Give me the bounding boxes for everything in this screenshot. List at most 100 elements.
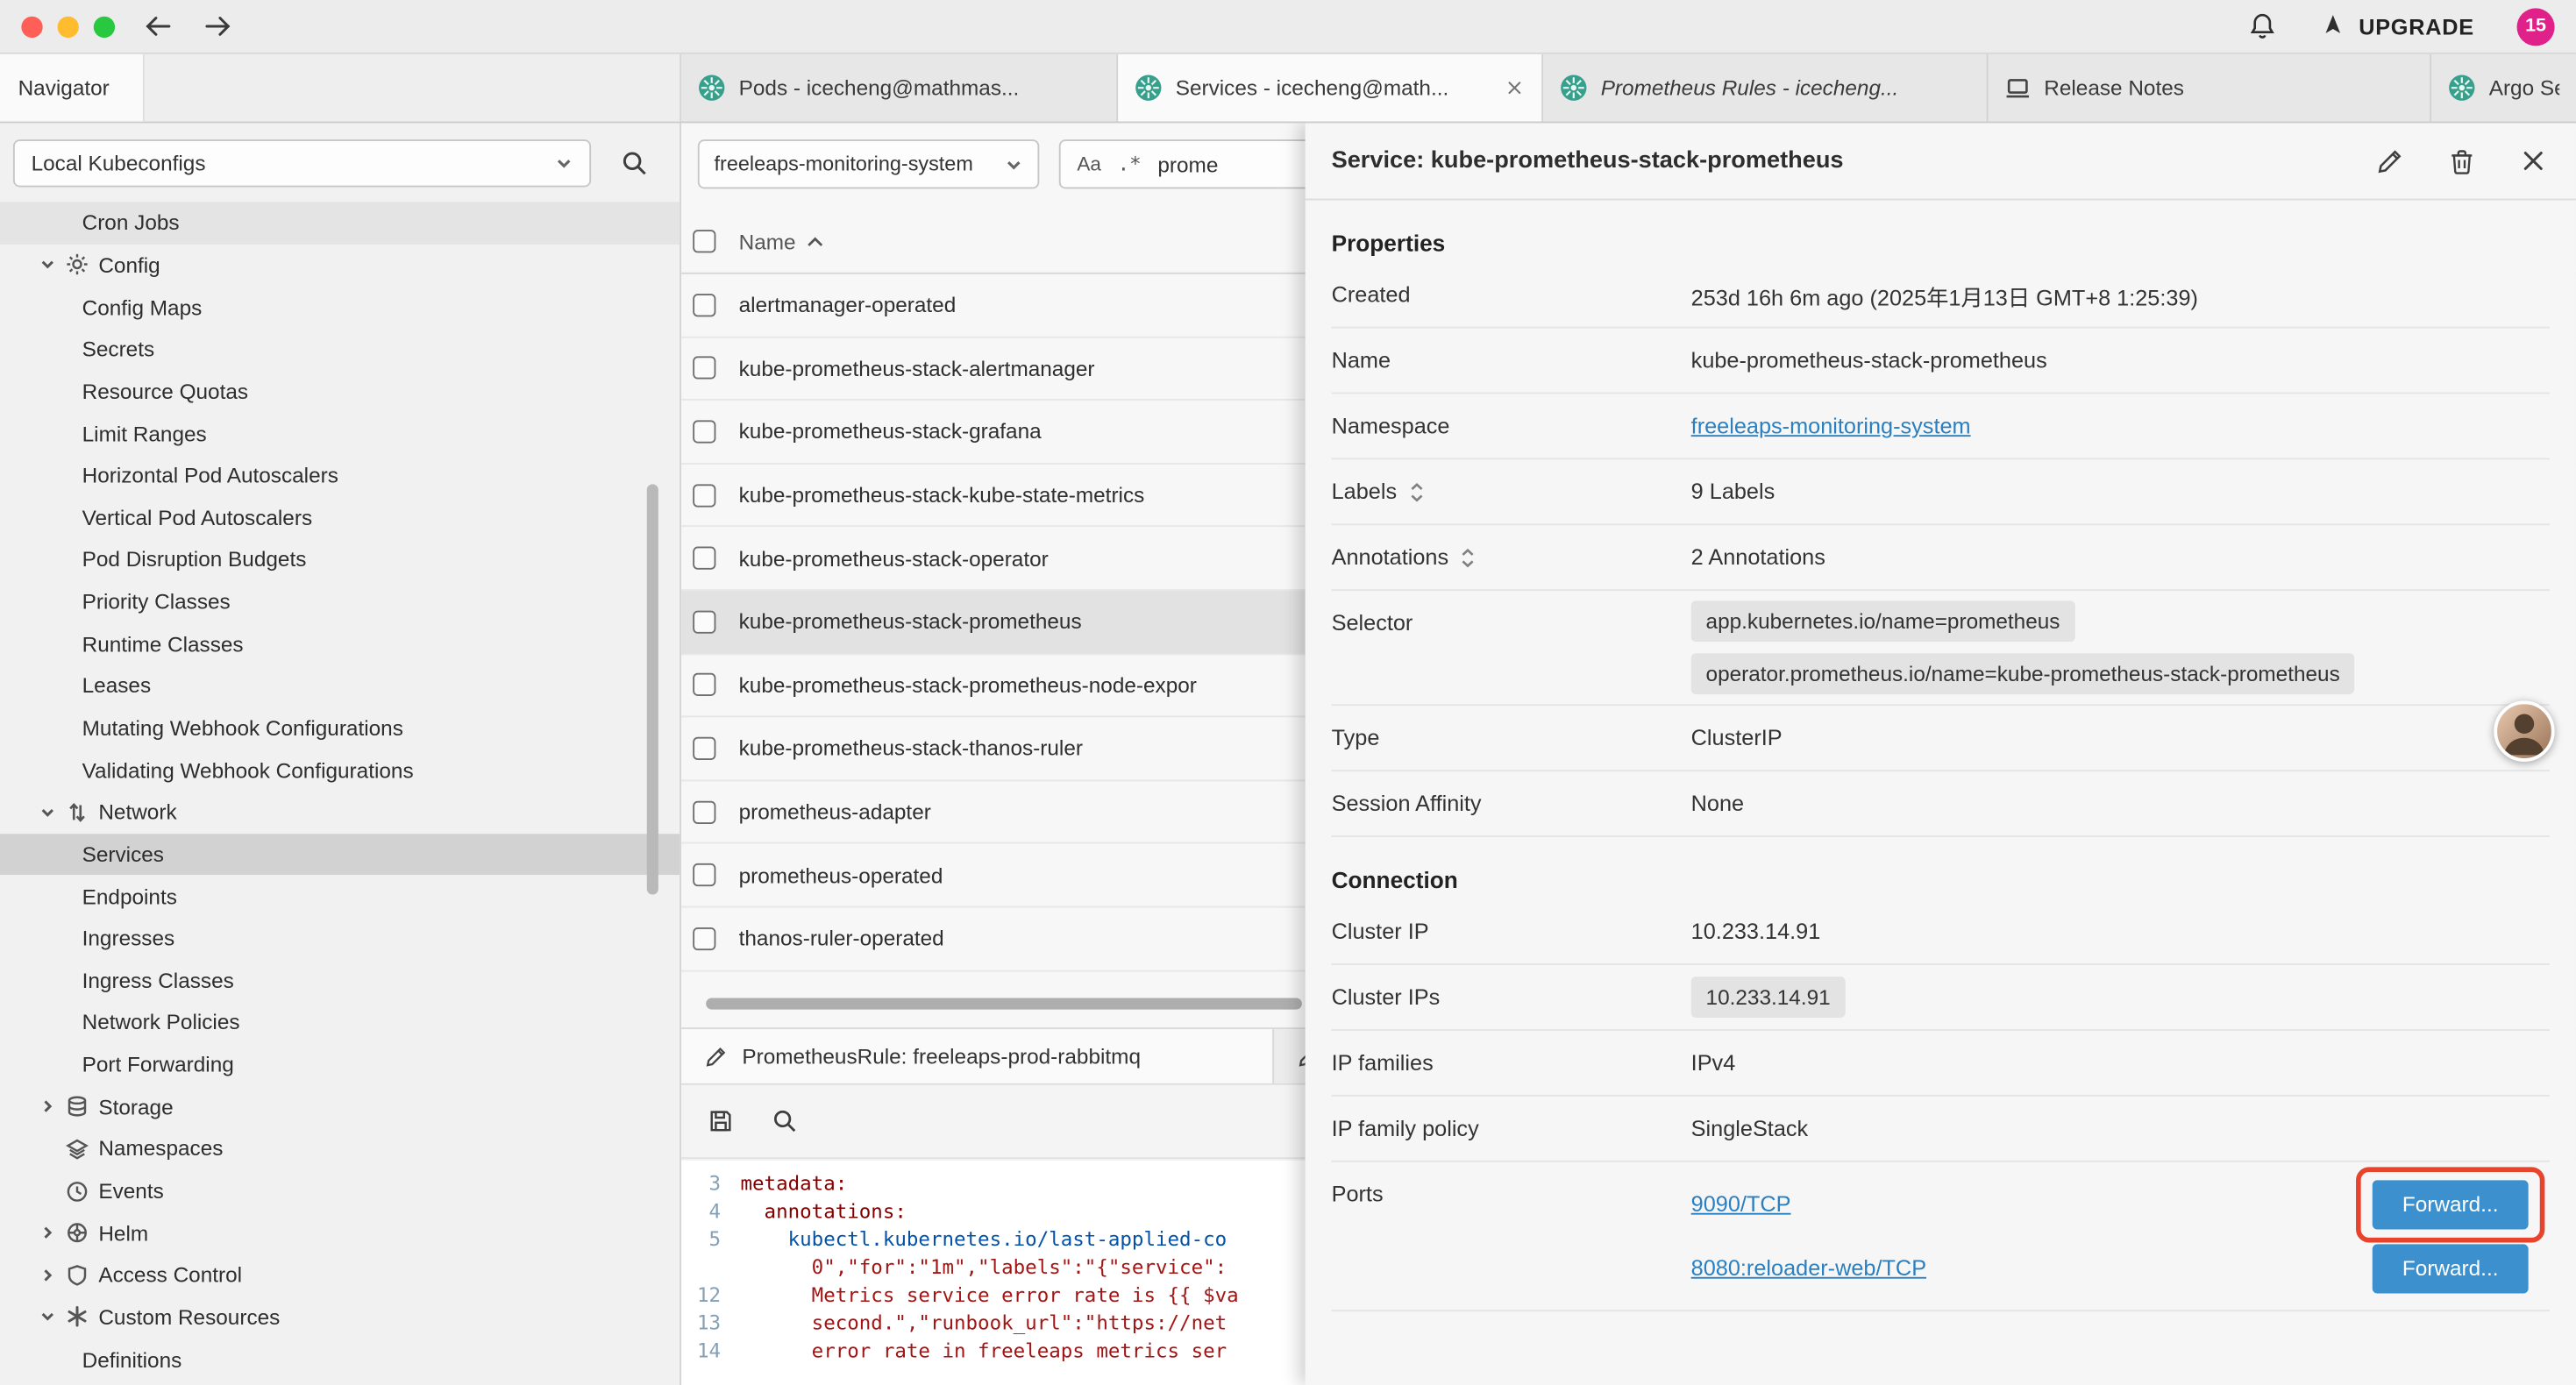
sidebar-item-access-control[interactable]: Access Control [0, 1254, 680, 1296]
port-link-8080-reloader-web-tcp[interactable]: 8080:reloader-web/TCP [1691, 1255, 1926, 1280]
sidebar-item-network-policies[interactable]: Network Policies [0, 1002, 680, 1044]
row-checkbox[interactable] [693, 484, 715, 507]
sidebar-scrollbar[interactable] [647, 484, 658, 894]
close-icon[interactable] [2520, 148, 2546, 174]
sidebar-item-secrets[interactable]: Secrets [0, 328, 680, 370]
sort-toggle-icon[interactable] [1408, 482, 1425, 501]
namespace-link[interactable]: freeleaps-monitoring-system [1691, 414, 1971, 438]
sidebar-item-definitions[interactable]: Definitions [0, 1339, 680, 1381]
navigator-tab[interactable]: Navigator [0, 54, 145, 122]
chevron-right-icon[interactable] [39, 1267, 66, 1283]
tab-close-icon[interactable] [1506, 79, 1523, 96]
port-line: 8080:reloader-web/TCP Forward... [1691, 1236, 2550, 1300]
sidebar-item-services[interactable]: Services [0, 833, 680, 875]
tab-release-notes[interactable]: Release Notes [1989, 54, 2432, 122]
editor-search-icon[interactable] [772, 1108, 798, 1134]
chevron-down-icon[interactable] [39, 804, 66, 820]
notification-count-badge[interactable]: 15 [2517, 7, 2555, 45]
tab-services-icecheng-math[interactable]: Services - icecheng@math... [1118, 54, 1543, 122]
match-case-toggle[interactable]: Aa [1077, 153, 1101, 175]
forward-button[interactable]: Forward... [2373, 1179, 2529, 1228]
property-value: freeleaps-monitoring-system [1691, 414, 2550, 438]
notifications-bell-icon[interactable] [2247, 11, 2277, 41]
select-all-checkbox[interactable] [693, 230, 715, 252]
line-number: 5 [681, 1226, 740, 1254]
chevron-right-icon[interactable] [39, 1225, 66, 1241]
kubernetes-cluster-icon [1560, 74, 1588, 102]
row-checkbox[interactable] [693, 357, 715, 380]
close-window-button[interactable] [21, 16, 42, 37]
forward-icon[interactable] [202, 15, 233, 38]
sidebar-item-port-forwarding[interactable]: Port Forwarding [0, 1044, 680, 1086]
chevron-down-icon[interactable] [39, 257, 66, 273]
chevron-down-icon[interactable] [39, 1309, 66, 1325]
row-checkbox[interactable] [693, 610, 715, 633]
tab-prometheus-rules-icecheng[interactable]: Prometheus Rules - icecheng... [1543, 54, 1988, 122]
chevron-right-icon[interactable] [39, 1098, 66, 1115]
user-avatar[interactable] [2494, 701, 2554, 762]
row-checkbox[interactable] [693, 420, 715, 443]
row-checkbox[interactable] [693, 863, 715, 886]
horizontal-scrollbar[interactable] [706, 998, 1302, 1009]
kubeconfig-selector[interactable]: Local Kubeconfigs [13, 139, 591, 187]
layers-icon [66, 1137, 89, 1160]
sidebar-item-validating-webhook-configurations[interactable]: Validating Webhook Configurations [0, 749, 680, 791]
sidebar-item-network[interactable]: Network [0, 791, 680, 833]
row-checkbox[interactable] [693, 800, 715, 823]
edit-icon[interactable] [2376, 147, 2404, 175]
namespace-selector[interactable]: freeleaps-monitoring-system [698, 139, 1039, 188]
sidebar-item-vertical-pod-autoscalers[interactable]: Vertical Pod Autoscalers [0, 496, 680, 538]
property-row-cluster-ips: Cluster IPs10.233.14.91 [1332, 965, 2550, 1031]
edit-icon [704, 1045, 727, 1068]
sort-toggle-icon[interactable] [1460, 547, 1477, 566]
row-checkbox[interactable] [693, 547, 715, 570]
search-value: prome [1157, 152, 1218, 176]
maximize-window-button[interactable] [94, 16, 115, 37]
sidebar-item-storage[interactable]: Storage [0, 1086, 680, 1128]
sidebar-item-horizontal-pod-autoscalers[interactable]: Horizontal Pod Autoscalers [0, 454, 680, 496]
forward-button[interactable]: Forward... [2373, 1243, 2529, 1292]
sidebar-item-pod-disruption-budgets[interactable]: Pod Disruption Budgets [0, 538, 680, 580]
tab-pods-icecheng-mathmas[interactable]: Pods - icecheng@mathmas... [681, 54, 1118, 122]
sidebar-item-leases[interactable]: Leases [0, 664, 680, 707]
row-checkbox[interactable] [693, 294, 715, 316]
sidebar-item-ingress-classes[interactable]: Ingress Classes [0, 960, 680, 1002]
property-label: Session Affinity [1332, 792, 1482, 816]
property-value: 10.233.14.91 [1691, 977, 2550, 1018]
sidebar-item-custom-resources[interactable]: Custom Resources [0, 1296, 680, 1339]
tab-label: Release Notes [2044, 75, 2413, 100]
sidebar-item-endpoints[interactable]: Endpoints [0, 876, 680, 918]
sidebar-item-config[interactable]: Config [0, 244, 680, 286]
tab-argo-se[interactable]: Argo Se [2431, 54, 2576, 122]
helm-icon [66, 1221, 89, 1244]
back-icon[interactable] [143, 15, 174, 38]
sidebar-item-runtime-classes[interactable]: Runtime Classes [0, 622, 680, 664]
sidebar-item-events[interactable]: Events [0, 1170, 680, 1212]
save-icon[interactable] [708, 1108, 734, 1134]
row-checkbox[interactable] [693, 673, 715, 696]
sidebar-item-limit-ranges[interactable]: Limit Ranges [0, 412, 680, 454]
upgrade-button[interactable]: UPGRADE [2319, 13, 2474, 39]
sidebar-item-mutating-webhook-configurations[interactable]: Mutating Webhook Configurations [0, 707, 680, 749]
sidebar-search-icon[interactable] [621, 149, 649, 177]
line-number: 12 [681, 1282, 740, 1310]
sidebar-item-ingresses[interactable]: Ingresses [0, 918, 680, 960]
sidebar-item-resource-quotas[interactable]: Resource Quotas [0, 370, 680, 412]
sidebar-item-namespaces[interactable]: Namespaces [0, 1128, 680, 1170]
service-name: prometheus-operated [739, 863, 943, 887]
name-column-header[interactable]: Name [739, 229, 824, 253]
clock-icon [66, 1179, 89, 1202]
service-name: kube-prometheus-stack-kube-state-metrics [739, 483, 1145, 508]
regex-toggle[interactable]: .* [1118, 153, 1142, 175]
dock-tab-prometheusrule[interactable]: PrometheusRule: freeleaps-prod-rabbitmq [681, 1029, 1274, 1083]
delete-icon[interactable] [2448, 147, 2476, 175]
sidebar-item-priority-classes[interactable]: Priority Classes [0, 580, 680, 622]
minimize-window-button[interactable] [58, 16, 79, 37]
sidebar-item-cron-jobs[interactable]: Cron Jobs [0, 202, 680, 244]
row-checkbox[interactable] [693, 737, 715, 760]
rocket-icon [2319, 13, 2345, 39]
sidebar-item-config-maps[interactable]: Config Maps [0, 286, 680, 328]
row-checkbox[interactable] [693, 927, 715, 949]
sidebar-item-helm[interactable]: Helm [0, 1212, 680, 1254]
port-link-9090-tcp[interactable]: 9090/TCP [1691, 1191, 1791, 1216]
